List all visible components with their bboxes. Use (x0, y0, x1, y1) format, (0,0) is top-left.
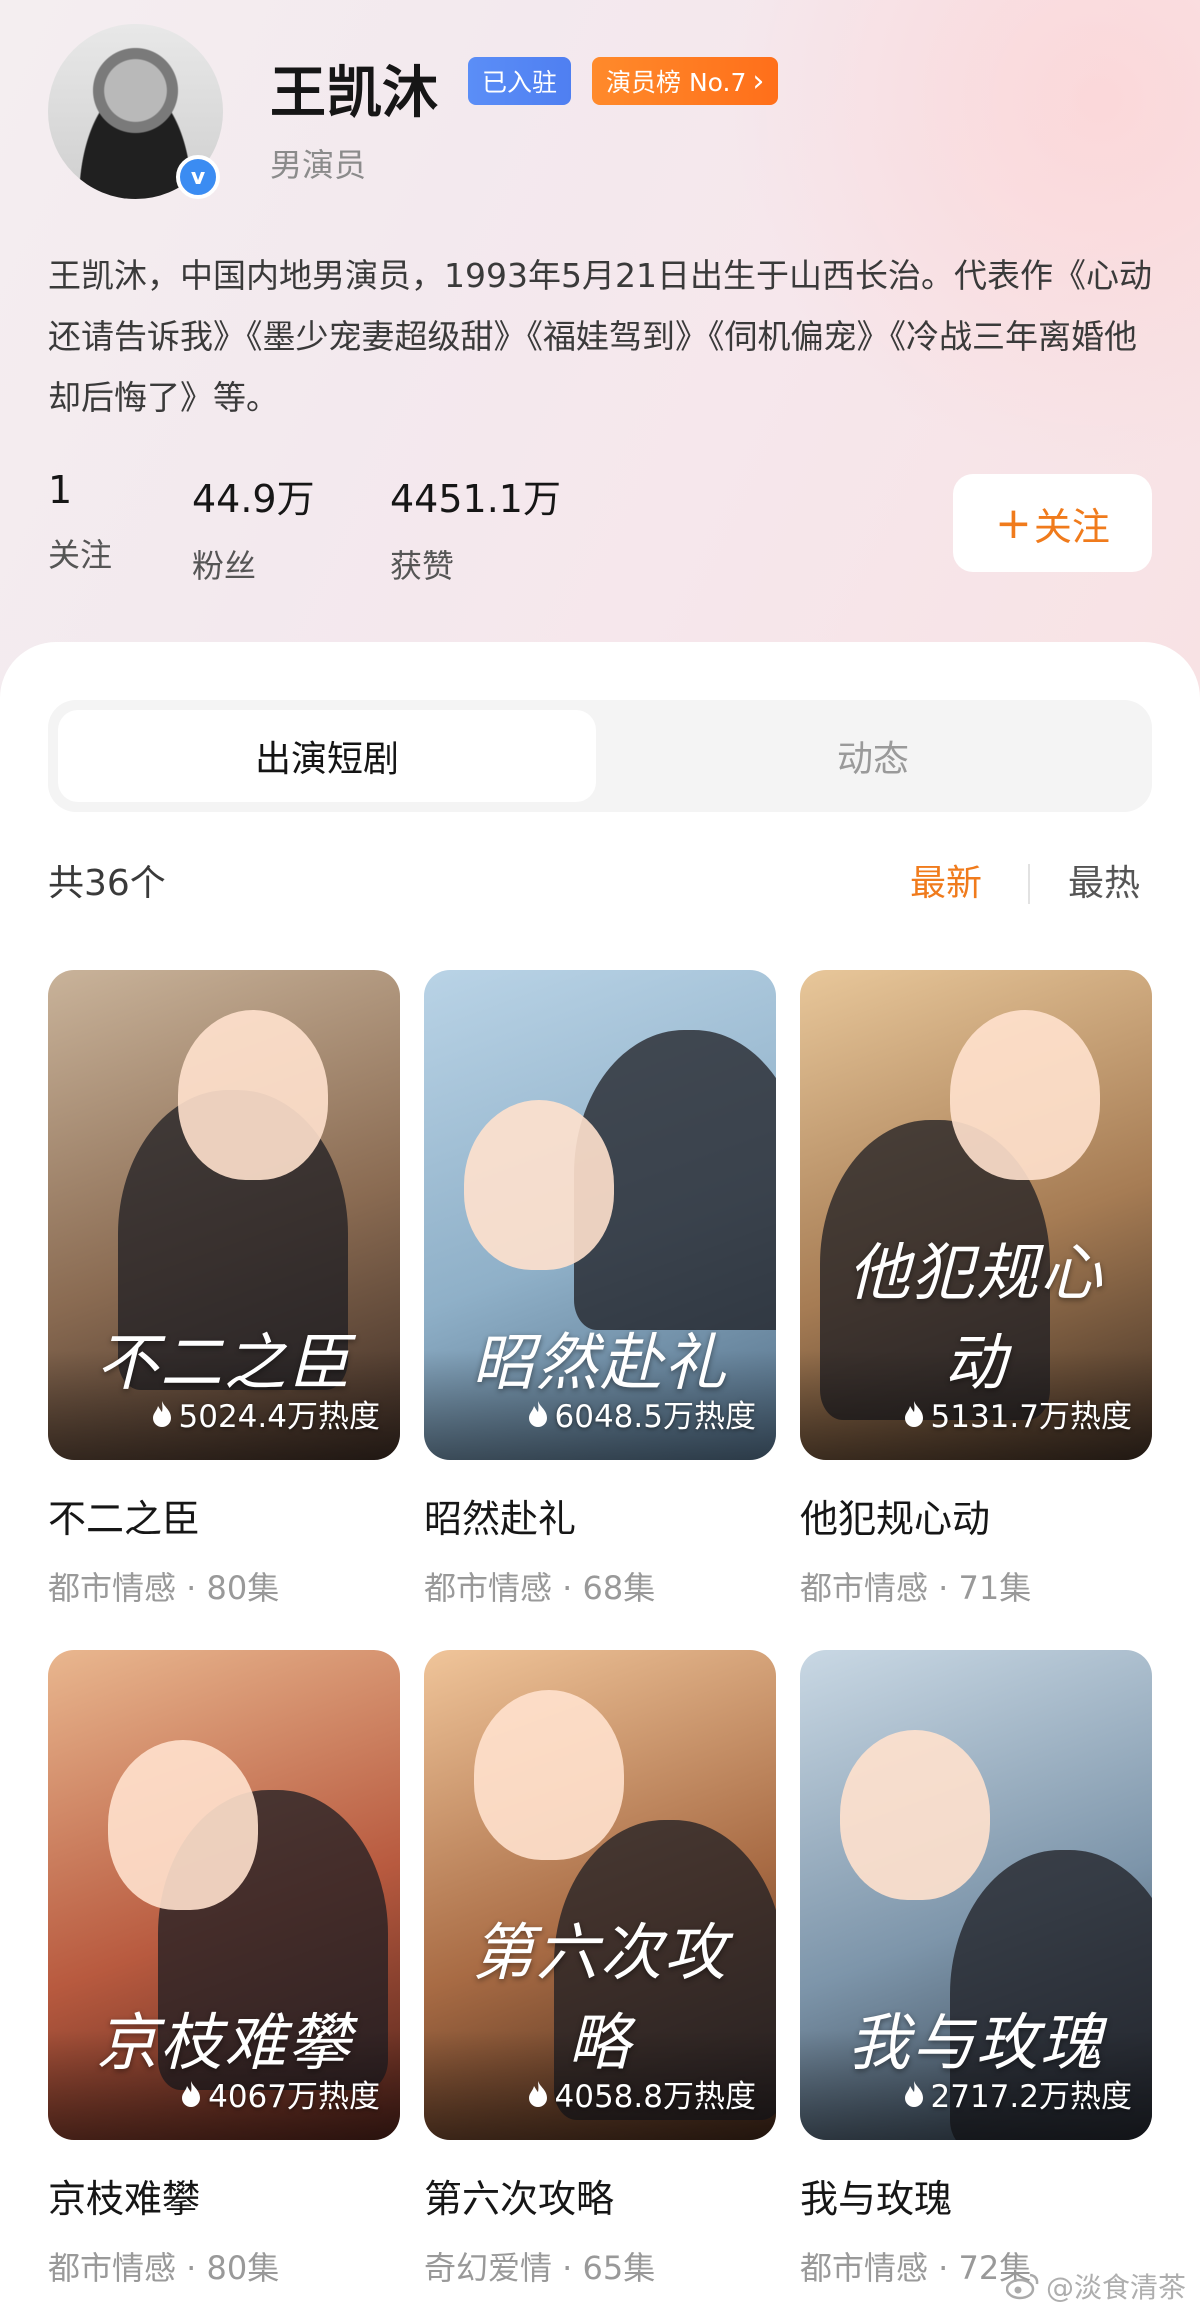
drama-title[interactable]: 我与玫瑰 (800, 2168, 1152, 2223)
stat-label: 关注 (48, 536, 113, 574)
actor-rank-badge[interactable]: 演员榜 No.7 › (592, 57, 779, 105)
drama-card[interactable]: 他犯规心动 5131.7万热度 他犯规心动 都市情感 · 71集 (800, 970, 1152, 1609)
drama-title[interactable]: 不二之臣 (48, 1488, 400, 1543)
drama-title[interactable]: 他犯规心动 (800, 1488, 1152, 1543)
actor-rank-label: 演员榜 No.7 (606, 68, 747, 97)
flame-icon (528, 1400, 547, 1427)
poster-title-art: 第六次攻略 (471, 1916, 728, 2079)
heat-badge: 2717.2万热度 (903, 2071, 1132, 2116)
poster-face (474, 1690, 624, 1860)
stat-value: 1 (48, 468, 73, 512)
heat-badge: 4067万热度 (180, 2071, 380, 2116)
drama-count: 共36个 (48, 863, 166, 904)
drama-title[interactable]: 京枝难攀 (48, 2168, 400, 2223)
poster-face (840, 1730, 990, 1900)
drama-poster[interactable]: 第六次攻略 4058.8万热度 (424, 1650, 776, 2140)
profile-name: 王凯沐 (270, 61, 438, 126)
verified-check-icon: v (176, 155, 220, 199)
drama-meta: 奇幻爱情 · 65集 (424, 2249, 656, 2287)
profile-bio: 王凯沐，中国内地男演员，1993年5月21日出生于山西长治。代表作《心动还请告诉… (48, 256, 1152, 417)
drama-poster[interactable]: 他犯规心动 5131.7万热度 (800, 970, 1152, 1460)
settled-badge: 已入驻 (468, 57, 572, 105)
content-sheet: 出演短剧 动态 共36个 最新 最热 不二之臣 5024.4万热度 不二之臣 都市情感… (0, 642, 1200, 2314)
heat-value: 5131.7万热度 (930, 1399, 1132, 1435)
sort-hottest-button[interactable]: 最热 (1068, 854, 1140, 906)
poster-title-art: 我与玫瑰 (847, 2006, 1104, 2079)
heat-value: 6048.5万热度 (554, 1399, 756, 1435)
stat-value: 44.9万 (192, 477, 315, 521)
poster-title-art: 不二之臣 (95, 1326, 352, 1399)
stat-label: 获赞 (390, 547, 455, 585)
weibo-logo-icon (1005, 2273, 1039, 2300)
heat-badge: 6048.5万热度 (527, 1391, 756, 1436)
drama-title[interactable]: 第六次攻略 (424, 2168, 776, 2223)
tab-dramas[interactable]: 出演短剧 (58, 710, 596, 802)
heat-badge: 5024.4万热度 (151, 1391, 380, 1436)
stat-following[interactable]: 1 关注 (48, 468, 112, 576)
drama-meta: 都市情感 · 71集 (800, 1569, 1032, 1607)
profile-role: 男演员 (270, 146, 367, 184)
drama-card[interactable]: 第六次攻略 4058.8万热度 第六次攻略 奇幻爱情 · 65集 (424, 1650, 776, 2289)
drama-card[interactable]: 昭然赴礼 6048.5万热度 昭然赴礼 都市情感 · 68集 (424, 970, 776, 1609)
drama-poster[interactable]: 我与玫瑰 2717.2万热度 (800, 1650, 1152, 2140)
drama-meta: 都市情感 · 68集 (424, 1569, 656, 1607)
drama-title[interactable]: 昭然赴礼 (424, 1488, 776, 1543)
chevron-right-icon: › (752, 63, 765, 99)
poster-face (178, 1010, 328, 1180)
flame-icon (904, 1400, 923, 1427)
tab-posts[interactable]: 动态 (604, 710, 1142, 802)
stat-label: 粉丝 (192, 547, 257, 585)
watermark-text: @淡食清茶 (1045, 2271, 1186, 2304)
drama-meta: 都市情感 · 80集 (48, 1569, 280, 1607)
flame-icon (152, 1400, 171, 1427)
segmented-tabs: 出演短剧 动态 (48, 700, 1152, 812)
drama-meta: 都市情感 · 80集 (48, 2249, 280, 2287)
poster-face (464, 1100, 614, 1270)
poster-title-art: 他犯规心动 (847, 1236, 1104, 1399)
poster-face (950, 1010, 1100, 1180)
drama-poster[interactable]: 京枝难攀 4067万热度 (48, 1650, 400, 2140)
heat-value: 4067万热度 (208, 2079, 380, 2115)
follow-label: 关注 (1033, 504, 1110, 549)
poster-title-art: 昭然赴礼 (471, 1326, 728, 1399)
watermark: @淡食清茶 (1005, 2266, 1186, 2306)
poster-face (108, 1740, 258, 1910)
heat-value: 4058.8万热度 (554, 2079, 756, 2115)
drama-poster[interactable]: 不二之臣 5024.4万热度 (48, 970, 400, 1460)
drama-card[interactable]: 京枝难攀 4067万热度 京枝难攀 都市情感 · 80集 (48, 1650, 400, 2289)
stat-fans[interactable]: 44.9万 粉丝 (192, 468, 315, 587)
heat-value: 5024.4万热度 (178, 1399, 380, 1435)
sort-divider (1028, 864, 1030, 904)
flame-icon (182, 2080, 201, 2107)
drama-card[interactable]: 我与玫瑰 2717.2万热度 我与玫瑰 都市情感 · 72集 (800, 1650, 1152, 2289)
stat-likes[interactable]: 4451.1万 获赞 (390, 468, 561, 587)
follow-button[interactable]: + 关注 (953, 474, 1152, 572)
heat-badge: 5131.7万热度 (903, 1391, 1132, 1436)
flame-icon (528, 2080, 547, 2107)
heat-value: 2717.2万热度 (930, 2079, 1132, 2115)
flame-icon (904, 2080, 923, 2107)
heat-badge: 4058.8万热度 (527, 2071, 756, 2116)
sort-newest-button[interactable]: 最新 (910, 854, 982, 906)
stat-value: 4451.1万 (390, 477, 561, 521)
poster-title-art: 京枝难攀 (95, 2006, 352, 2079)
plus-icon: + (995, 497, 1032, 549)
drama-poster[interactable]: 昭然赴礼 6048.5万热度 (424, 970, 776, 1460)
drama-card[interactable]: 不二之臣 5024.4万热度 不二之臣 都市情感 · 80集 (48, 970, 400, 1609)
